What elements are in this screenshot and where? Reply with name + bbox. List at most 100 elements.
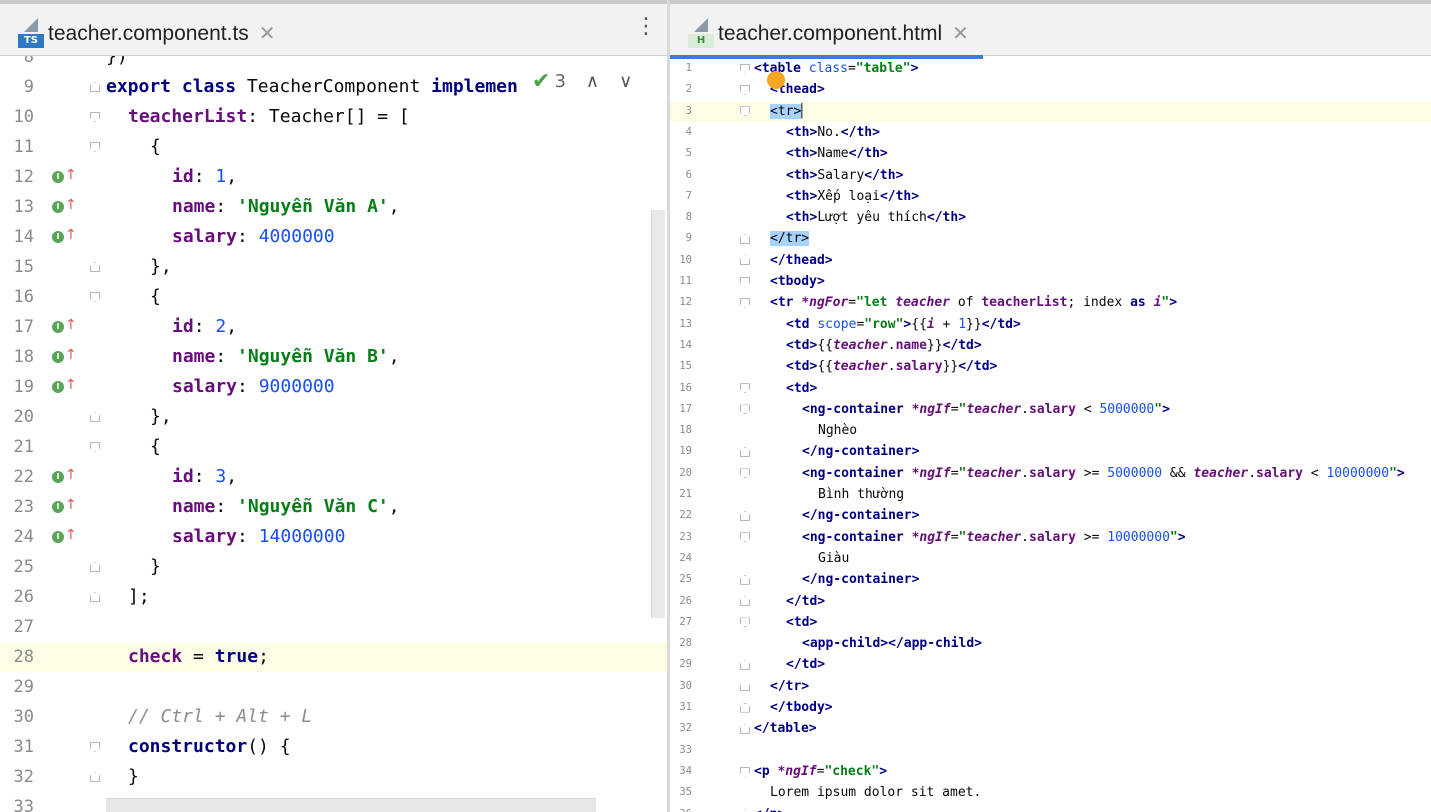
- code-line[interactable]: 17 <ng-container *ngIf= " teacher.salary < …: [670, 399, 1431, 420]
- code-line[interactable]: 32}: [0, 762, 667, 792]
- fold-expand-icon[interactable]: [740, 404, 750, 415]
- code-line[interactable]: 7 <th>Xếp loại</th>: [670, 186, 1431, 207]
- implements-icon[interactable]: I ↑: [52, 377, 77, 394]
- code-line[interactable]: 35 Lorem ipsum dolor sit amet.: [670, 782, 1431, 803]
- chevron-down-icon[interactable]: ∨: [619, 71, 632, 92]
- fold-collapse-icon[interactable]: [90, 562, 100, 572]
- fold-collapse-icon[interactable]: [90, 592, 100, 602]
- code-line[interactable]: 30 // Ctrl + Alt + L: [0, 702, 667, 732]
- code-line[interactable]: 26 </td>: [670, 591, 1431, 612]
- code-line[interactable]: 6 <th>Salary</th>: [670, 165, 1431, 186]
- fold-expand-icon[interactable]: [90, 142, 100, 152]
- code-line[interactable]: 20},: [0, 402, 667, 432]
- code-line[interactable]: 34 <p *ngIf="check">: [670, 761, 1431, 782]
- implements-icon[interactable]: I ↑: [52, 347, 77, 364]
- code-line[interactable]: 32 </table>: [670, 718, 1431, 739]
- code-line[interactable]: 3 <tr>▏: [670, 100, 1431, 122]
- implements-icon[interactable]: I ↑: [52, 527, 77, 544]
- fold-collapse-icon[interactable]: [90, 772, 100, 782]
- fold-collapse-icon[interactable]: [740, 596, 750, 607]
- fold-collapse-icon[interactable]: [90, 262, 100, 272]
- code-line[interactable]: 22 </ng-container>: [670, 505, 1431, 526]
- fold-collapse-icon[interactable]: [740, 255, 750, 266]
- code-line[interactable]: 27: [0, 612, 667, 642]
- code-line[interactable]: 21 Bình thường: [670, 484, 1431, 505]
- implements-icon[interactable]: I ↑: [52, 497, 77, 514]
- fold-expand-icon[interactable]: [740, 766, 750, 777]
- code-line[interactable]: 12 <tr *ngFor="let teacher of teacherList…: [670, 292, 1431, 313]
- code-line[interactable]: 10 teacherList: Teacher[] = [: [0, 102, 667, 132]
- code-line[interactable]: 15 <td>{{teacher.salary}}</td>: [670, 356, 1431, 377]
- code-line[interactable]: 5 <th>Name</th>: [670, 143, 1431, 164]
- ts-editor-pane[interactable]: TS teacher.component.ts ✕ ⋮ 8}) 9 export c…: [0, 0, 667, 812]
- code-line[interactable]: 14 I ↑ salary: 4000000: [0, 222, 667, 252]
- code-line[interactable]: 28 check = true;: [0, 642, 667, 672]
- code-line[interactable]: 10 </thead>: [670, 250, 1431, 271]
- fold-expand-icon[interactable]: [740, 468, 750, 479]
- code-line[interactable]: 22 I ↑ id: 3,: [0, 462, 667, 492]
- fold-expand-icon[interactable]: [740, 532, 750, 543]
- code-line[interactable]: 9 </tr>: [670, 228, 1431, 249]
- fold-expand-icon[interactable]: [90, 112, 100, 122]
- code-line[interactable]: 18 I ↑ name: 'Nguyễn Văn B',: [0, 342, 667, 372]
- code-line[interactable]: 23 I ↑ name: 'Nguyễn Văn C',: [0, 492, 667, 522]
- tab-teacher-component-html[interactable]: H teacher.component.html ✕: [670, 4, 983, 59]
- implements-icon[interactable]: I ↑: [52, 317, 77, 334]
- code-line[interactable]: 8 <th>Lượt yêu thích</th>: [670, 207, 1431, 228]
- vertical-scrollbar[interactable]: [651, 210, 665, 618]
- code-line[interactable]: 18 Nghèo: [670, 420, 1431, 441]
- code-line[interactable]: 16 <td>: [670, 378, 1431, 399]
- close-tab-icon[interactable]: ✕: [259, 21, 276, 45]
- code-line[interactable]: 13 <td scope="row">{{i + 1}}</td>: [670, 314, 1431, 335]
- code-line[interactable]: 12 I ↑ id: 1,: [0, 162, 667, 192]
- html-editor-pane[interactable]: H teacher.component.html ✕ 1 <table class…: [670, 0, 1431, 812]
- code-line[interactable]: 20 <ng-container *ngIf="teacher.salary >=…: [670, 463, 1431, 484]
- code-line[interactable]: 33: [670, 740, 1431, 761]
- fold-expand-icon[interactable]: [90, 292, 100, 302]
- code-line[interactable]: 24 Giàu: [670, 548, 1431, 569]
- implements-icon[interactable]: I ↑: [52, 197, 77, 214]
- more-options-icon[interactable]: ⋮: [635, 16, 657, 38]
- code-line[interactable]: 11 {: [0, 132, 667, 162]
- code-line[interactable]: 21 {: [0, 432, 667, 462]
- fold-collapse-icon[interactable]: [740, 234, 750, 245]
- implements-icon[interactable]: I ↑: [52, 167, 77, 184]
- code-line[interactable]: 19 I ↑ salary: 9000000: [0, 372, 667, 402]
- fold-collapse-icon[interactable]: [740, 723, 750, 734]
- fold-expand-icon[interactable]: [740, 106, 750, 117]
- code-line[interactable]: 36 </p>: [670, 804, 1431, 812]
- fold-expand-icon[interactable]: [740, 63, 750, 74]
- html-code-editor[interactable]: 1 <table class="table"> 2 <thead> 3 <tr>▏ 4 <th…: [670, 56, 1431, 812]
- fold-expand-icon[interactable]: [740, 84, 750, 95]
- inspection-ok-icon[interactable]: ✔: [532, 69, 550, 94]
- code-line[interactable]: 17 I ↑ id: 2,: [0, 312, 667, 342]
- tab-teacher-component-ts[interactable]: TS teacher.component.ts ✕: [0, 4, 290, 55]
- code-line[interactable]: 25}: [0, 552, 667, 582]
- fold-expand-icon[interactable]: [740, 383, 750, 394]
- code-line[interactable]: 29 </td>: [670, 654, 1431, 675]
- fold-expand-icon[interactable]: [90, 742, 100, 752]
- chevron-up-icon[interactable]: ∧: [586, 71, 599, 92]
- fold-expand-icon[interactable]: [740, 276, 750, 287]
- code-line[interactable]: 4 <th>No.</th>: [670, 122, 1431, 143]
- fold-expand-icon[interactable]: [740, 297, 750, 308]
- implements-icon[interactable]: I ↑: [52, 227, 77, 244]
- code-line[interactable]: 11 <tbody>: [670, 271, 1431, 292]
- ts-code-editor[interactable]: 8}) 9 export class TeacherComponent implem…: [0, 56, 667, 812]
- code-line[interactable]: 19 </ng-container>: [670, 441, 1431, 462]
- code-line[interactable]: 31 constructor() {: [0, 732, 667, 762]
- code-line[interactable]: 27 <td>: [670, 612, 1431, 633]
- code-line[interactable]: 23 <ng-container *ngIf= " teacher.salary >=…: [670, 527, 1431, 548]
- code-line[interactable]: 26];: [0, 582, 667, 612]
- horizontal-scrollbar[interactable]: [106, 798, 596, 812]
- fold-expand-icon[interactable]: [740, 617, 750, 628]
- code-line[interactable]: 30 </tr>: [670, 676, 1431, 697]
- code-line[interactable]: 25 </ng-container>: [670, 569, 1431, 590]
- code-line[interactable]: 28 <app-child></app-child>: [670, 633, 1431, 654]
- fold-collapse-icon[interactable]: [740, 681, 750, 692]
- intention-bulb-icon[interactable]: [767, 71, 785, 89]
- code-line[interactable]: 16 {: [0, 282, 667, 312]
- fold-collapse-icon[interactable]: [90, 82, 100, 92]
- code-line[interactable]: 29: [0, 672, 667, 702]
- fold-collapse-icon[interactable]: [90, 412, 100, 422]
